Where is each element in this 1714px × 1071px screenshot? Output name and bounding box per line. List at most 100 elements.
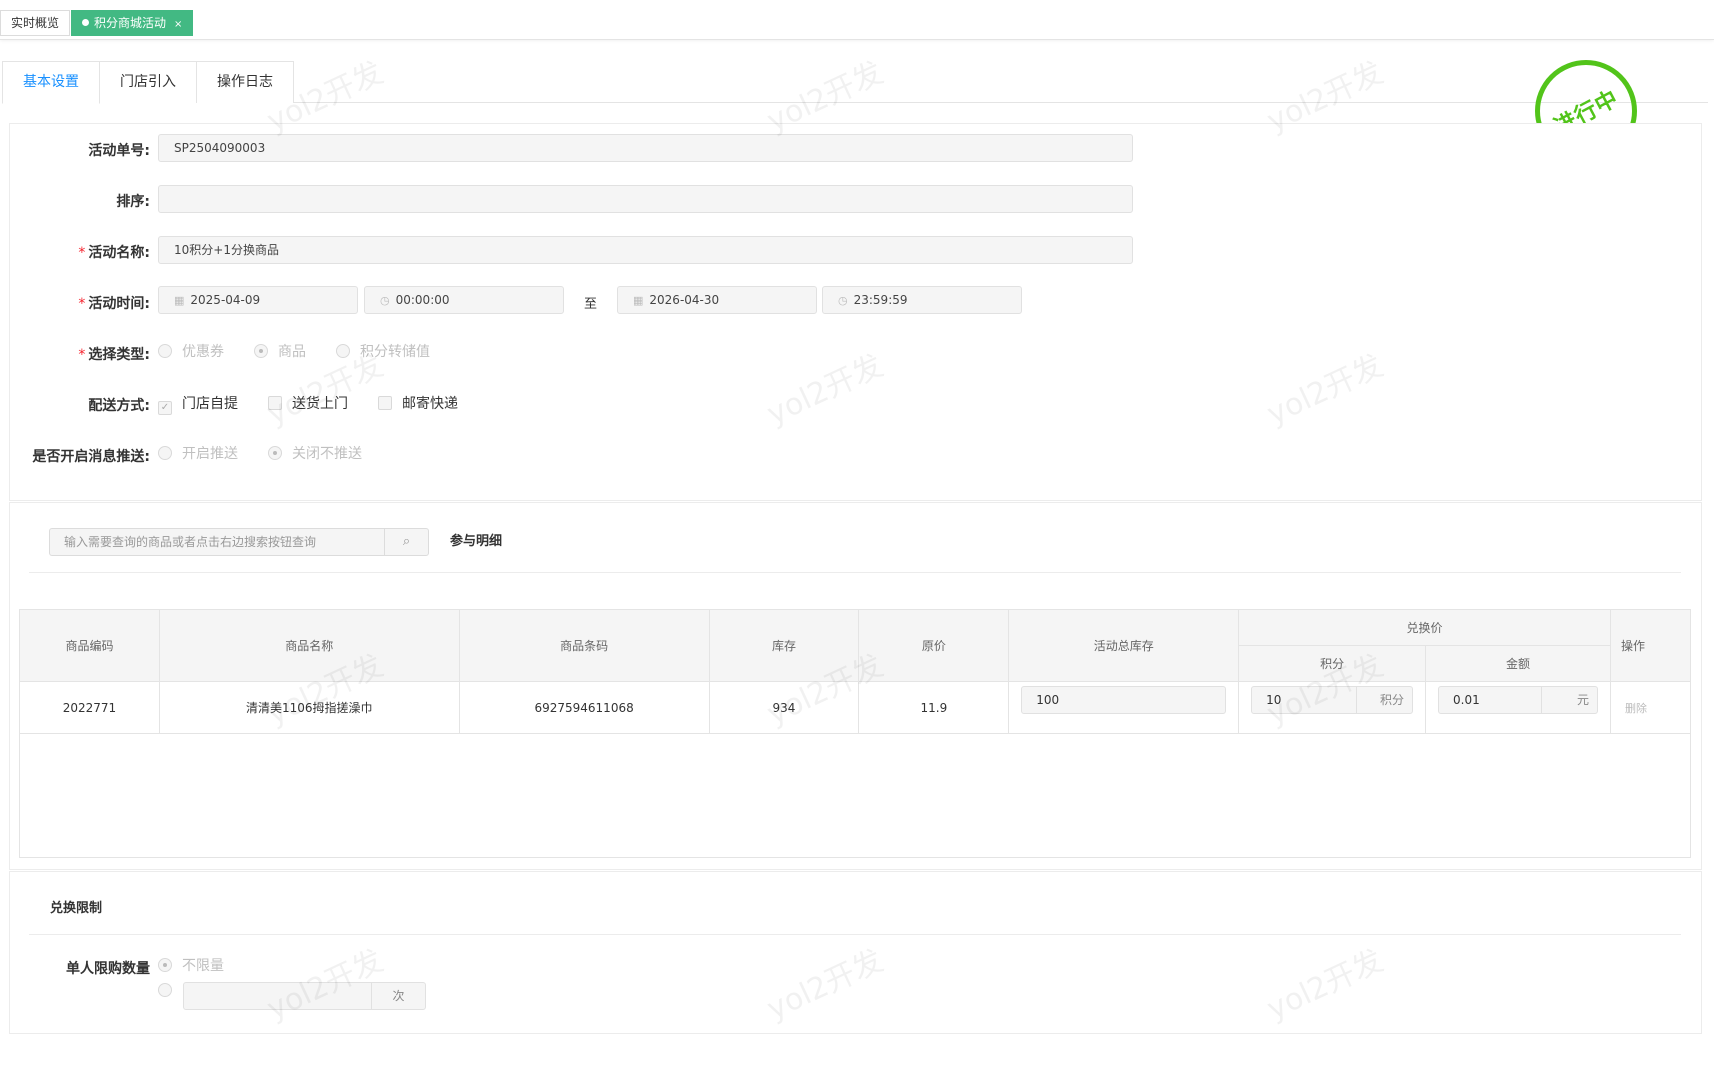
active-dot-icon <box>82 19 89 26</box>
input-unit: 元 <box>1540 687 1597 713</box>
required-mark: * <box>78 296 86 312</box>
col-header-barcode: 商品条码 <box>458 609 710 682</box>
type-radio-goods[interactable]: 商品 <box>254 341 306 361</box>
radio-label: 积分转储值 <box>360 344 430 360</box>
limit-radio-custom[interactable] <box>158 983 182 999</box>
cell-name: 清清美1106拇指搓澡巾 <box>158 681 460 734</box>
activity-stock-input[interactable]: 100 <box>1021 686 1227 714</box>
end-date-value: 2026-04-30 <box>649 293 720 307</box>
tab-realtime-overview[interactable]: 实时概览 <box>0 10 71 36</box>
col-header-price: 原价 <box>858 609 1010 682</box>
time-range-separator: 至 <box>584 297 598 312</box>
delete-link[interactable]: 删除 <box>1609 681 1692 734</box>
delivery-check-mail[interactable]: 邮寄快递 <box>378 393 458 413</box>
tab-points-mall-activity[interactable]: 积分商城活动 × <box>71 10 194 36</box>
end-date-field[interactable]: ▦ 2026-04-30 <box>617 286 817 314</box>
limit-title: 兑换限制 <box>50 901 103 916</box>
amount-input[interactable]: 0.01 元 <box>1438 686 1598 714</box>
clock-icon: ◷ <box>380 294 390 307</box>
input-value: 100 <box>1036 693 1060 707</box>
checkbox-label: 送货上门 <box>292 396 348 412</box>
table-row: 2022771 清清美1106拇指搓澡巾 6927594611068 934 1… <box>19 681 1692 734</box>
tab-store-import[interactable]: 门店引入 <box>99 61 197 103</box>
limit-quantity-input[interactable]: 次 <box>183 982 426 1010</box>
input-value: 0.01 <box>1453 693 1480 707</box>
delivery-check-home[interactable]: 送货上门 <box>268 393 348 413</box>
type-radio-coupon[interactable]: 优惠券 <box>158 341 224 361</box>
cell-amount: 0.01 元 <box>1425 681 1611 734</box>
col-header-operation: 操作 <box>1609 609 1692 682</box>
required-mark: * <box>78 245 86 261</box>
radio-label: 优惠券 <box>182 344 224 360</box>
input-value: 10 <box>1266 693 1282 707</box>
activity-time-label: * 活动时间: <box>0 293 150 313</box>
label-text: 活动时间: <box>88 296 150 312</box>
delivery-check-pickup[interactable]: ✓ 门店自提 <box>158 393 238 415</box>
radio-label: 开启推送 <box>182 446 238 462</box>
cell-stock: 934 <box>708 681 860 734</box>
top-tab-bar: 实时概览 积分商城活动 × <box>0 0 1714 40</box>
search-placeholder: 输入需要查询的商品或者点击右边搜索按钮查询 <box>64 535 317 549</box>
cell-activity-stock: 100 <box>1008 681 1240 734</box>
end-time-field[interactable]: ◷ 23:59:59 <box>822 286 1022 314</box>
end-time-value: 23:59:59 <box>853 293 908 307</box>
radio-circle-icon <box>268 446 282 460</box>
start-date-value: 2025-04-09 <box>190 293 261 307</box>
limit-radio-unlimited[interactable]: 不限量 <box>158 955 224 975</box>
detail-title: 参与明细 <box>450 534 503 549</box>
calendar-icon: ▦ <box>174 294 185 307</box>
cell-points: 10 积分 <box>1238 681 1427 734</box>
select-type-label: * 选择类型: <box>0 344 150 364</box>
tab-label: 积分商城活动 <box>94 16 167 30</box>
points-input[interactable]: 10 积分 <box>1251 686 1414 714</box>
activity-no-field[interactable]: SP2504090003 <box>158 134 1133 162</box>
type-radio-points-to-balance[interactable]: 积分转储值 <box>336 341 430 361</box>
radio-circle-icon <box>254 344 268 358</box>
radio-label: 商品 <box>278 344 306 360</box>
col-header-activity-stock: 活动总库存 <box>1008 609 1240 682</box>
cell-price: 11.9 <box>858 681 1010 734</box>
per-person-limit-label: 单人限购数量 <box>66 961 150 977</box>
col-header-stock: 库存 <box>708 609 860 682</box>
checkmark-icon: ✓ <box>158 401 172 415</box>
goods-search-input[interactable]: 输入需要查询的商品或者点击右边搜索按钮查询 ⌕ <box>49 528 429 556</box>
col-header-code: 商品编码 <box>19 609 160 682</box>
radio-label: 关闭不推送 <box>292 446 362 462</box>
checkbox-label: 邮寄快递 <box>402 396 458 412</box>
start-time-value: 00:00:00 <box>395 293 450 307</box>
divider <box>29 934 1681 935</box>
close-icon[interactable]: × <box>174 19 182 30</box>
label-text: 活动名称: <box>88 245 150 261</box>
start-time-field[interactable]: ◷ 00:00:00 <box>364 286 564 314</box>
tab-operation-log[interactable]: 操作日志 <box>196 61 294 103</box>
cell-code: 2022771 <box>19 681 160 734</box>
start-date-field[interactable]: ▦ 2025-04-09 <box>158 286 358 314</box>
activity-name-field[interactable]: 10积分+1分换商品 <box>158 236 1133 264</box>
clock-icon: ◷ <box>838 294 848 307</box>
calendar-icon: ▦ <box>633 294 644 307</box>
table-empty-area <box>19 734 1691 858</box>
radio-circle-icon <box>336 344 350 358</box>
activity-name-label: * 活动名称: <box>0 242 150 262</box>
col-header-exchange-price: 兑换价 <box>1238 609 1611 646</box>
search-icon[interactable]: ⌕ <box>384 529 428 555</box>
label-text: 选择类型: <box>88 347 150 363</box>
input-unit: 积分 <box>1356 687 1412 713</box>
push-radio-on[interactable]: 开启推送 <box>158 443 238 463</box>
cell-barcode: 6927594611068 <box>458 681 710 734</box>
radio-circle-icon <box>158 344 172 358</box>
radio-circle-icon <box>158 446 172 460</box>
radio-label: 不限量 <box>182 958 224 974</box>
tab-basic-settings[interactable]: 基本设置 <box>2 61 100 104</box>
limit-unit: 次 <box>371 983 425 1009</box>
sort-label: 排序: <box>116 194 150 210</box>
delivery-label: 配送方式: <box>88 398 150 414</box>
push-radio-off[interactable]: 关闭不推送 <box>268 443 362 463</box>
required-mark: * <box>78 347 86 363</box>
sort-field[interactable] <box>158 185 1133 213</box>
radio-circle-icon <box>158 958 172 972</box>
checkbox-label: 门店自提 <box>182 396 238 412</box>
activity-no-label: 活动单号: <box>88 143 150 159</box>
detail-table: 商品编码 商品名称 商品条码 库存 原价 活动总库存 兑换价 操作 积分 金额 … <box>19 609 1692 734</box>
radio-circle-icon <box>158 983 172 997</box>
